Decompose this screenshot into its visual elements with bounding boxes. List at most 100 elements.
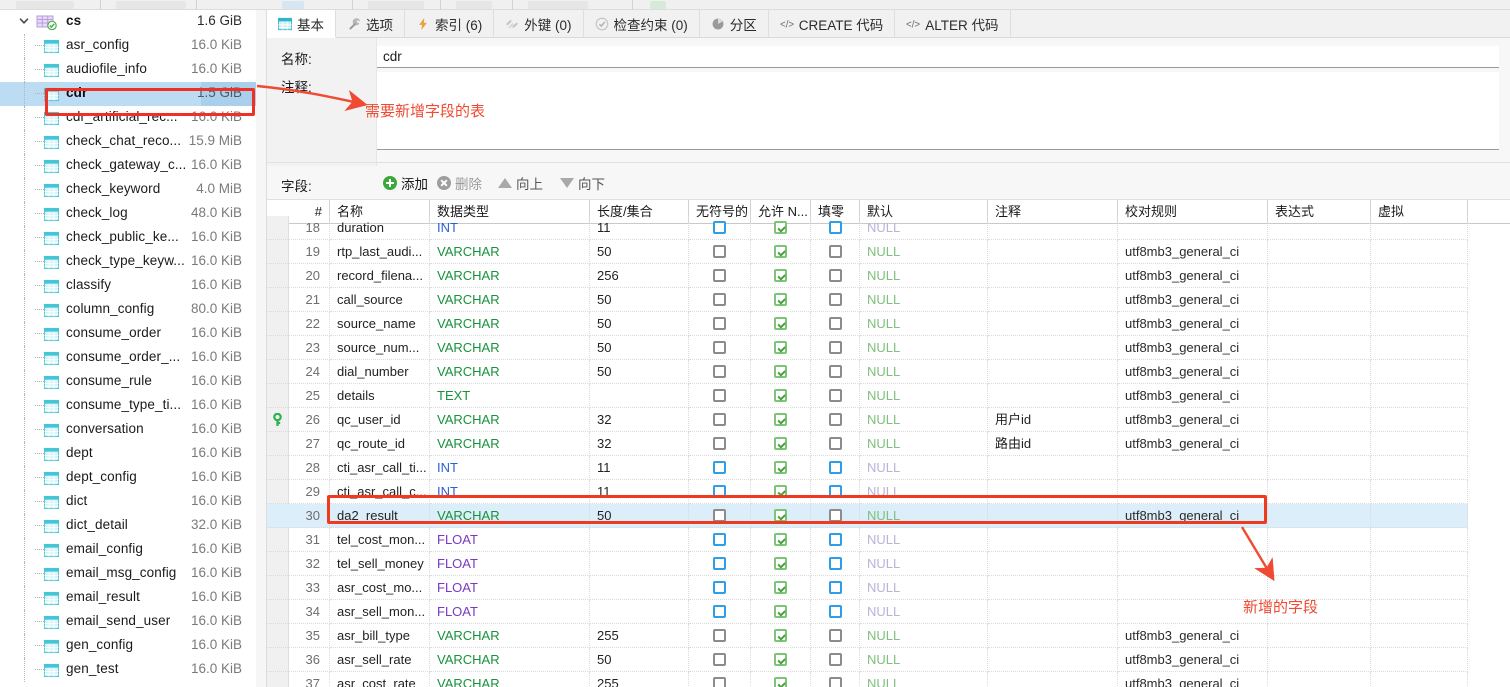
cell-unsigned[interactable]: [689, 264, 751, 288]
cell-data-type[interactable]: VARCHAR: [430, 312, 590, 336]
cell-default[interactable]: NULL: [860, 384, 988, 408]
checkbox-unchecked[interactable]: [713, 365, 726, 378]
cell-data-type[interactable]: TEXT: [430, 384, 590, 408]
cell-length[interactable]: [590, 384, 689, 408]
cell-field-name[interactable]: record_filena...: [330, 264, 430, 288]
checkbox-unchecked[interactable]: [713, 293, 726, 306]
cell-default[interactable]: NULL: [860, 288, 988, 312]
checkbox-unchecked[interactable]: [829, 461, 842, 474]
cell-zerofill[interactable]: [811, 504, 860, 528]
cell-default[interactable]: NULL: [860, 360, 988, 384]
cell-zerofill[interactable]: [811, 576, 860, 600]
tree-node-table[interactable]: audiofile_info16.0 KiB: [0, 58, 256, 82]
cell-expression[interactable]: [1268, 264, 1371, 288]
cell-field-name[interactable]: call_source: [330, 288, 430, 312]
cell-field-name[interactable]: source_num...: [330, 336, 430, 360]
checkbox-unchecked[interactable]: [713, 533, 726, 546]
cell-default[interactable]: NULL: [860, 648, 988, 672]
cell-nullable[interactable]: [751, 624, 811, 648]
checkbox-checked[interactable]: [774, 317, 787, 330]
checkbox-checked[interactable]: [774, 557, 787, 570]
checkbox-unchecked[interactable]: [829, 629, 842, 642]
cell-default[interactable]: NULL: [860, 312, 988, 336]
cell-length[interactable]: 255: [590, 672, 689, 687]
tree-node-table[interactable]: check_chat_reco...15.9 MiB: [0, 130, 256, 154]
checkbox-unchecked[interactable]: [829, 605, 842, 618]
add-field-button[interactable]: 添加: [383, 173, 428, 193]
cell-default[interactable]: NULL: [860, 504, 988, 528]
cell-length[interactable]: 50: [590, 240, 689, 264]
tree-node-table[interactable]: check_type_keyw...16.0 KiB: [0, 250, 256, 274]
cell-collation[interactable]: utf8mb3_general_ci: [1118, 288, 1268, 312]
cell-data-type[interactable]: VARCHAR: [430, 360, 590, 384]
cell-field-name[interactable]: da2_result: [330, 504, 430, 528]
tab-2[interactable]: 索引 (6): [405, 10, 494, 38]
cell-default[interactable]: NULL: [860, 576, 988, 600]
cell-default[interactable]: NULL: [860, 336, 988, 360]
cell-expression[interactable]: [1268, 216, 1371, 240]
cell-virtual[interactable]: [1371, 312, 1468, 336]
cell-field-name[interactable]: asr_bill_type: [330, 624, 430, 648]
cell-expression[interactable]: [1268, 624, 1371, 648]
cell-data-type[interactable]: INT: [430, 480, 590, 504]
cell-expression[interactable]: [1268, 432, 1371, 456]
checkbox-checked[interactable]: [774, 485, 787, 498]
grid-row[interactable]: 34asr_sell_mon...FLOATNULL: [267, 600, 1510, 624]
cell-collation[interactable]: utf8mb3_general_ci: [1118, 312, 1268, 336]
grid-row[interactable]: 32tel_sell_moneyFLOATNULL: [267, 552, 1510, 576]
cell-virtual[interactable]: [1371, 408, 1468, 432]
checkbox-checked[interactable]: [774, 677, 787, 687]
tree-node-table[interactable]: asr_config16.0 KiB: [0, 34, 256, 58]
checkbox-unchecked[interactable]: [829, 581, 842, 594]
cell-length[interactable]: [590, 528, 689, 552]
grid-row[interactable]: 18durationINT11NULL: [267, 216, 1510, 240]
cell-virtual[interactable]: [1371, 240, 1468, 264]
checkbox-checked[interactable]: [774, 413, 787, 426]
checkbox-unchecked[interactable]: [829, 221, 842, 234]
cell-comment[interactable]: [988, 312, 1118, 336]
cell-zerofill[interactable]: [811, 432, 860, 456]
cell-expression[interactable]: [1268, 336, 1371, 360]
cell-zerofill[interactable]: [811, 264, 860, 288]
cell-field-name[interactable]: asr_sell_rate: [330, 648, 430, 672]
checkbox-checked[interactable]: [774, 269, 787, 282]
tree-node-table[interactable]: consume_order_...16.0 KiB: [0, 346, 256, 370]
checkbox-unchecked[interactable]: [713, 245, 726, 258]
cell-unsigned[interactable]: [689, 576, 751, 600]
cell-length[interactable]: 50: [590, 360, 689, 384]
cell-default[interactable]: NULL: [860, 408, 988, 432]
tree-node-table[interactable]: gen_test16.0 KiB: [0, 658, 256, 682]
cell-zerofill[interactable]: [811, 288, 860, 312]
grid-row[interactable]: 19rtp_last_audi...VARCHAR50NULLutf8mb3_g…: [267, 240, 1510, 264]
checkbox-unchecked[interactable]: [713, 653, 726, 666]
tree-node-table[interactable]: check_keyword4.0 MiB: [0, 178, 256, 202]
cell-comment[interactable]: [988, 336, 1118, 360]
tree-node-table[interactable]: dept_config16.0 KiB: [0, 466, 256, 490]
checkbox-unchecked[interactable]: [829, 245, 842, 258]
cell-field-name[interactable]: cti_asr_call_c...: [330, 480, 430, 504]
cell-field-name[interactable]: asr_sell_mon...: [330, 600, 430, 624]
grid-row[interactable]: 29cti_asr_call_c...INT11NULL: [267, 480, 1510, 504]
checkbox-unchecked[interactable]: [829, 269, 842, 282]
checkbox-unchecked[interactable]: [829, 413, 842, 426]
checkbox-unchecked[interactable]: [829, 557, 842, 570]
cell-comment[interactable]: [988, 528, 1118, 552]
cell-expression[interactable]: [1268, 312, 1371, 336]
cell-unsigned[interactable]: [689, 528, 751, 552]
cell-virtual[interactable]: [1371, 456, 1468, 480]
table-comment-input[interactable]: [377, 72, 1499, 150]
cell-expression[interactable]: [1268, 240, 1371, 264]
checkbox-checked[interactable]: [774, 581, 787, 594]
grid-row[interactable]: 25detailsTEXTNULLutf8mb3_general_ci: [267, 384, 1510, 408]
cell-virtual[interactable]: [1371, 624, 1468, 648]
cell-field-name[interactable]: details: [330, 384, 430, 408]
cell-unsigned[interactable]: [689, 648, 751, 672]
cell-virtual[interactable]: [1371, 288, 1468, 312]
checkbox-unchecked[interactable]: [829, 509, 842, 522]
cell-data-type[interactable]: INT: [430, 216, 590, 240]
cell-zerofill[interactable]: [811, 648, 860, 672]
cell-unsigned[interactable]: [689, 552, 751, 576]
cell-collation[interactable]: utf8mb3_general_ci: [1118, 648, 1268, 672]
tree-node-table[interactable]: email_send_user16.0 KiB: [0, 610, 256, 634]
cell-unsigned[interactable]: [689, 288, 751, 312]
